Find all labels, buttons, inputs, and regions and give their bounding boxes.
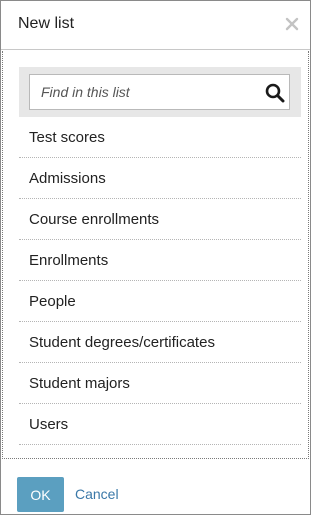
new-list-dialog: New list Test scores Admissions Course e… [0, 0, 311, 515]
list-item[interactable]: Enrollments [19, 240, 301, 281]
close-icon[interactable] [285, 17, 299, 31]
entity-list: Test scores Admissions Course enrollment… [19, 117, 301, 445]
list-item[interactable]: Student majors [19, 363, 301, 404]
search-input[interactable] [29, 74, 290, 110]
search-icon[interactable] [265, 83, 285, 103]
list-item[interactable]: Admissions [19, 158, 301, 199]
dialog-title: New list [18, 15, 75, 32]
list-item[interactable]: Test scores [19, 117, 301, 158]
list-item[interactable]: Student degrees/certificates [19, 322, 301, 363]
cancel-link[interactable]: Cancel [75, 486, 119, 502]
dialog-footer: OK Cancel [1, 460, 310, 514]
list-item[interactable]: Course enrollments [19, 199, 301, 240]
list-item[interactable]: People [19, 281, 301, 322]
ok-button[interactable]: OK [17, 477, 64, 512]
dialog-header: New list [1, 1, 310, 50]
list-item[interactable]: Users [19, 404, 301, 445]
dialog-body: Test scores Admissions Course enrollment… [2, 51, 309, 459]
search-bar [19, 67, 301, 117]
